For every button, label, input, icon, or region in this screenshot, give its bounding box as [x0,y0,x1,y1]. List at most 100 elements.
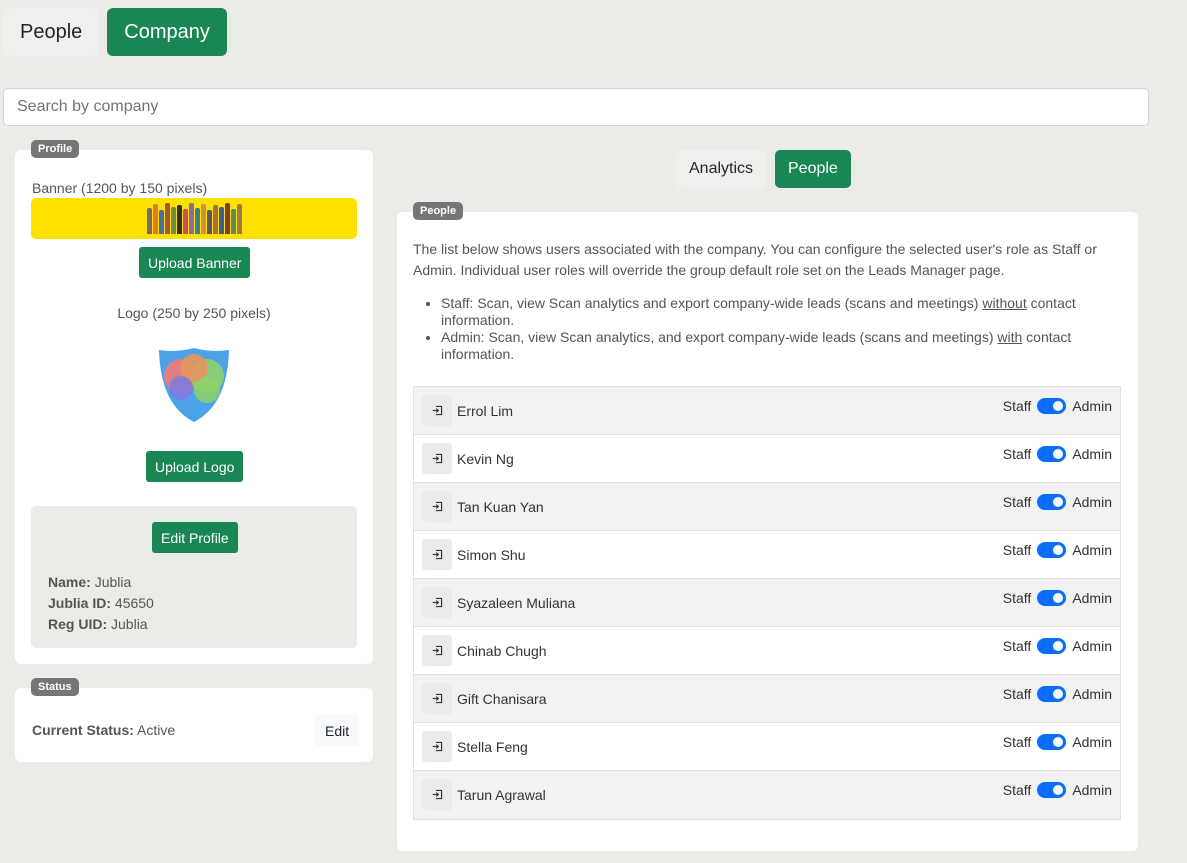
role-admin-label: Admin [1072,446,1112,462]
detail-uid: Reg UID: Jublia [48,614,154,635]
role-switch[interactable] [1037,446,1067,462]
status-badge: Status [31,678,79,696]
edit-status-button[interactable]: Edit [315,715,360,746]
table-row: Kevin Ng Staff Admin [414,435,1120,483]
login-icon[interactable] [422,683,452,714]
table-row: Tarun Agrawal Staff Admin [414,771,1120,819]
role-staff-label: Staff [1002,446,1032,462]
banner-label: Banner (1200 by 150 pixels) [32,180,208,196]
table-row: Errol Lim Staff Admin [414,387,1120,435]
role-toggle: Staff Admin [1003,686,1112,702]
role-staff-label: Staff [1002,494,1032,510]
role-switch[interactable] [1037,590,1067,606]
role-toggle: Staff Admin [1003,494,1112,510]
login-icon[interactable] [422,587,452,618]
role-admin-label: Admin [1072,686,1112,702]
user-name: Tarun Agrawal [457,787,546,803]
role-admin-label: Admin [1072,542,1112,558]
role-staff-label: Staff [1002,734,1032,750]
user-table: Errol Lim Staff Admin Kevin Ng Staff Admin Tan… [413,386,1121,820]
name-label: Name: [48,574,91,590]
profile-detail-lines: Name: Jublia Jublia ID: 45650 Reg UID: J… [48,572,154,635]
role-switch[interactable] [1037,686,1067,702]
table-row: Syazaleen Muliana Staff Admin [414,579,1120,627]
id-label: Jublia ID: [48,595,112,611]
staff-text: Staff: Scan, view Scan analytics and exp… [441,295,983,311]
upload-logo-button[interactable]: Upload Logo [146,451,244,482]
tab-people[interactable]: People [3,8,100,56]
detail-name: Name: Jublia [48,572,154,593]
status-value: Active [137,722,176,738]
name-value: Jublia [94,574,132,590]
user-name: Stella Feng [457,739,528,755]
status-card: Current Status: Active Edit [15,688,373,762]
role-list: Staff: Scan, view Scan analytics and exp… [441,295,1118,363]
status-line: Current Status: Active [32,722,175,738]
login-icon[interactable] [422,779,452,810]
role-staff-label: Staff [1002,686,1032,702]
user-name: Errol Lim [457,403,514,419]
user-name: Syazaleen Muliana [457,595,576,611]
edit-profile-button[interactable]: Edit Profile [152,522,238,553]
table-row: Stella Feng Staff Admin [414,723,1120,771]
role-staff-label: Staff [1002,590,1032,606]
role-switch[interactable] [1037,638,1067,654]
people-description: The list below shows users associated wi… [413,241,1097,278]
role-toggle: Staff Admin [1003,398,1112,414]
role-admin-label: Admin [1072,398,1112,414]
role-switch[interactable] [1037,494,1067,510]
role-staff-label: Staff [1002,542,1032,558]
people-card: The list below shows users associated wi… [397,212,1138,851]
uid-label: Reg UID: [48,616,108,632]
tab-people-sub[interactable]: People [775,150,851,188]
role-switch[interactable] [1037,782,1067,798]
people-badge: People [413,202,464,220]
top-tabs: People Company [3,8,227,56]
role-switch[interactable] [1037,542,1067,558]
role-toggle: Staff Admin [1003,782,1112,798]
banner-image [146,203,242,234]
role-toggle: Staff Admin [1003,590,1112,606]
user-name: Kevin Ng [457,451,514,467]
role-switch[interactable] [1037,734,1067,750]
admin-emph: with [997,329,1023,345]
admin-role-item: Admin: Scan, view Scan analytics, and ex… [441,329,1118,363]
role-toggle: Staff Admin [1003,734,1112,750]
login-icon[interactable] [422,635,452,666]
company-banner [31,198,357,239]
table-row: Simon Shu Staff Admin [414,531,1120,579]
login-icon[interactable] [422,539,452,570]
search-input[interactable] [3,88,1149,126]
role-toggle: Staff Admin [1003,638,1112,654]
table-row: Chinab Chugh Staff Admin [414,627,1120,675]
role-staff-label: Staff [1002,398,1032,414]
user-name: Chinab Chugh [457,643,547,659]
profile-details: Edit Profile Name: Jublia Jublia ID: 456… [31,506,357,648]
uid-value: Jublia [111,616,148,632]
profile-card: Banner (1200 by 150 pixels) Upload Banne… [15,150,373,664]
user-name: Simon Shu [457,547,526,563]
role-staff-label: Staff [1002,638,1032,654]
role-switch[interactable] [1037,398,1067,414]
profile-badge: Profile [31,140,80,158]
role-admin-label: Admin [1072,494,1112,510]
tab-company[interactable]: Company [107,8,227,56]
user-name: Tan Kuan Yan [457,499,544,515]
login-icon[interactable] [422,731,452,762]
role-admin-label: Admin [1072,782,1112,798]
shield-logo-icon [159,348,229,422]
upload-banner-button[interactable]: Upload Banner [139,247,251,278]
user-name: Gift Chanisara [457,691,547,707]
role-admin-label: Admin [1072,638,1112,654]
id-value: 45650 [114,595,154,611]
role-admin-label: Admin [1072,734,1112,750]
tab-analytics[interactable]: Analytics [676,150,767,188]
staff-emph: without [982,295,1027,311]
login-icon[interactable] [422,443,452,474]
detail-id: Jublia ID: 45650 [48,593,154,614]
role-toggle: Staff Admin [1003,542,1112,558]
staff-role-item: Staff: Scan, view Scan analytics and exp… [441,295,1118,329]
login-icon[interactable] [422,491,452,522]
admin-text: Admin: Scan, view Scan analytics, and ex… [441,329,998,345]
login-icon[interactable] [422,395,452,426]
